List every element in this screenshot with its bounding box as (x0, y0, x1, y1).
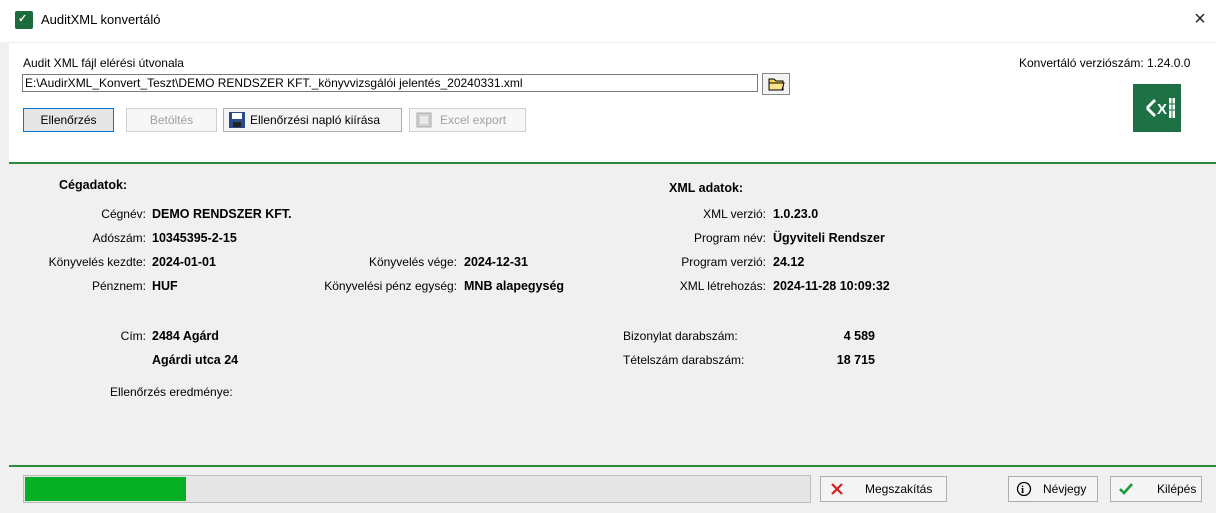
accounting-start-label: Könyvelés kezdte: (48, 255, 146, 269)
accounting-start-value: 2024-01-01 (152, 255, 216, 269)
tax-number-value: 10345395-2-15 (152, 231, 237, 245)
exit-button[interactable]: Kilépés (1110, 476, 1202, 502)
excel-logo-icon: X (1133, 84, 1181, 132)
item-count-value: 18 715 (836, 353, 875, 367)
company-heading: Cégadatok: (59, 178, 128, 192)
exit-label: Kilépés (1157, 482, 1197, 496)
folder-icon (768, 78, 785, 91)
path-label: Audit XML fájl elérési útvonala (23, 56, 184, 70)
program-version-value: 24.12 (773, 255, 805, 269)
load-button[interactable]: Betöltés (126, 108, 217, 132)
checkmark-icon (1119, 483, 1133, 495)
company-name-label: Cégnév: (101, 207, 146, 221)
progress-fill (25, 477, 186, 501)
svg-text:i: i (1021, 484, 1024, 496)
close-button[interactable]: × (1190, 8, 1210, 30)
address-line2: Agárdi utca 24 (152, 353, 239, 367)
window-title: AuditXML konvertáló (41, 12, 161, 27)
document-count-value: 4 589 (843, 329, 875, 343)
document-count-label: Bizonylat darabszám: (623, 329, 738, 343)
check-result-label: Ellenőrzés eredménye: (110, 385, 233, 399)
program-version-label: Program verzió: (681, 255, 766, 269)
path-input[interactable]: E:\AudirXML_Konvert_Teszt\DEMO RENDSZER … (22, 74, 758, 92)
item-count-label: Tételszám darabszám: (623, 353, 745, 367)
save-log-button[interactable]: Ellenőrzési napló kiírása (223, 108, 402, 132)
cancel-button[interactable]: Megszakítás (820, 476, 947, 502)
company-name-value: DEMO RENDSZER KFT. (152, 207, 292, 221)
check-button[interactable]: Ellenőrzés (23, 108, 114, 132)
svg-text:X: X (1157, 101, 1167, 118)
info-icon: i (1016, 481, 1032, 497)
accounting-end-label: Könyvelés vége: (368, 255, 457, 269)
tax-number-label: Adószám: (92, 231, 146, 245)
currency-label: Pénznem: (91, 279, 146, 293)
xml-created-value: 2024-11-28 10:09:32 (773, 279, 890, 293)
save-log-label: Ellenőrzési napló kiírása (250, 113, 381, 127)
save-icon (229, 112, 245, 128)
address-line1: 2484 Agárd (152, 329, 219, 343)
accounting-end-value: 2024-12-31 (464, 255, 528, 269)
about-button[interactable]: i Névjegy (1008, 476, 1098, 502)
program-name-label: Program név: (693, 231, 766, 245)
browse-button[interactable] (762, 73, 790, 95)
title-bar (0, 0, 1216, 42)
cancel-x-icon (831, 483, 843, 495)
currency-value: HUF (152, 279, 178, 293)
currency-unit-value: MNB alapegység (464, 279, 565, 293)
cancel-label: Megszakítás (865, 482, 933, 496)
xml-version-label: XML verzió: (703, 207, 766, 221)
address-label: Cím: (120, 329, 146, 343)
currency-unit-label: Könyvelési pénz egység: (324, 279, 457, 293)
excel-export-button[interactable]: Excel export (409, 108, 526, 132)
xml-version-value: 1.0.23.0 (773, 207, 819, 221)
program-name-value: Ügyviteli Rendszer (773, 231, 885, 245)
excel-export-icon (416, 112, 432, 128)
xml-heading: XML adatok: (669, 181, 744, 195)
about-label: Névjegy (1043, 482, 1087, 496)
version-text: Konvertáló verziószám: 1.24.0.0 (1019, 56, 1191, 70)
excel-export-label: Excel export (440, 113, 507, 127)
app-icon: ✓ (15, 11, 33, 29)
progress-bar (23, 475, 811, 503)
xml-created-label: XML létrehozás: (679, 279, 766, 293)
